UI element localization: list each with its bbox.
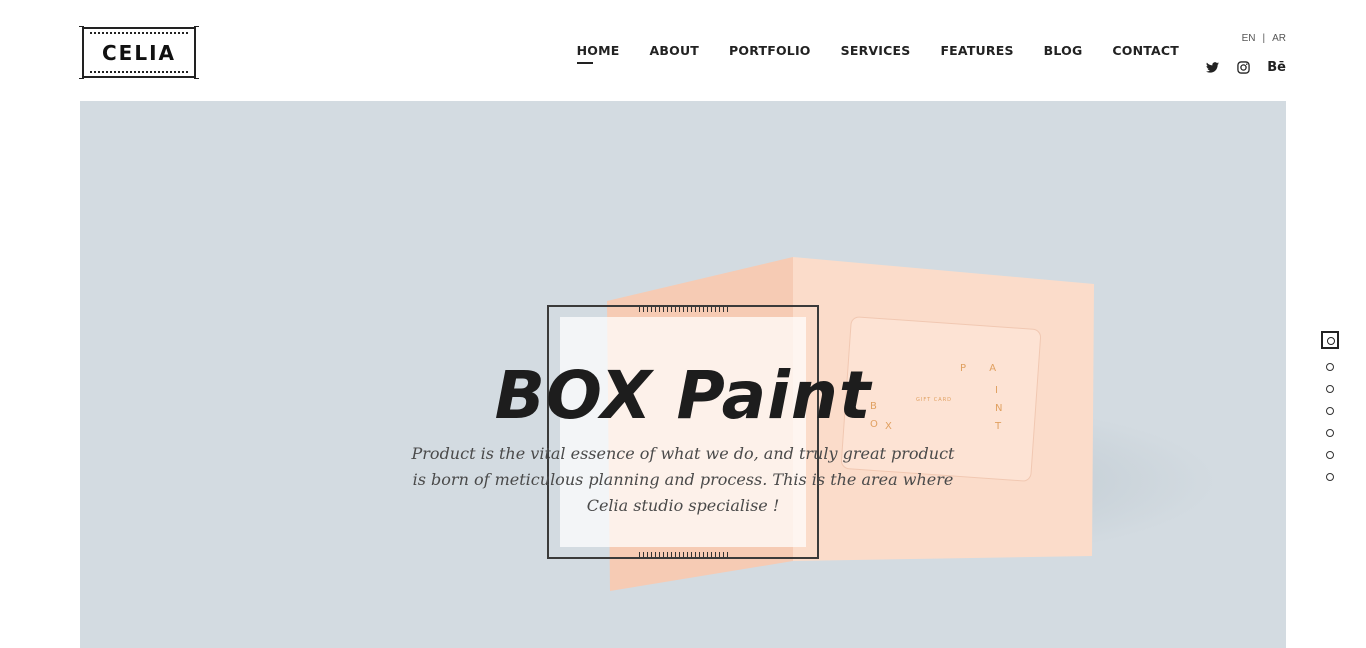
instagram-icon[interactable] <box>1236 60 1251 75</box>
slide-dot[interactable] <box>1326 385 1334 393</box>
nav-item-portfolio[interactable]: PORTFOLIO <box>729 43 811 58</box>
nav-item-features[interactable]: FEATURES <box>940 43 1013 58</box>
twitter-icon[interactable] <box>1205 60 1220 75</box>
nav-item-about[interactable]: ABOUT <box>650 43 700 58</box>
slide-dot[interactable] <box>1326 407 1334 415</box>
logo-corner-mark <box>79 74 84 79</box>
slide-dot[interactable] <box>1326 363 1334 371</box>
slide-navigation <box>1321 331 1339 481</box>
hero-description: Product is the vital essence of what we … <box>411 444 955 515</box>
nav-item-contact[interactable]: CONTACT <box>1112 43 1179 58</box>
logo-corner-mark <box>79 26 84 31</box>
slide-dot[interactable] <box>1321 331 1339 349</box>
language-switcher: EN | AR <box>1242 33 1286 44</box>
social-links: Bē <box>1205 60 1286 75</box>
lang-ar[interactable]: AR <box>1272 33 1286 44</box>
logo-corner-mark <box>194 74 199 79</box>
behance-icon[interactable]: Bē <box>1267 60 1286 75</box>
main-nav: HOME ABOUT PORTFOLIO SERVICES FEATURES B… <box>576 43 1179 64</box>
slide-dot[interactable] <box>1326 473 1334 481</box>
slide-dot[interactable] <box>1326 451 1334 459</box>
nav-item-home[interactable]: HOME <box>576 43 620 64</box>
logo-corner-mark <box>194 26 199 31</box>
lang-en[interactable]: EN <box>1242 33 1256 44</box>
logo[interactable]: CELIA <box>79 26 199 79</box>
nav-item-services[interactable]: SERVICES <box>841 43 911 58</box>
slide-dot[interactable] <box>1326 429 1334 437</box>
frame-dotted-edge <box>639 552 729 557</box>
hero-title: BOX Paint <box>494 357 872 434</box>
nav-item-blog[interactable]: BLOG <box>1044 43 1083 58</box>
logo-text: CELIA <box>101 40 176 65</box>
lang-separator: | <box>1262 33 1266 44</box>
frame-dotted-edge <box>639 307 729 312</box>
